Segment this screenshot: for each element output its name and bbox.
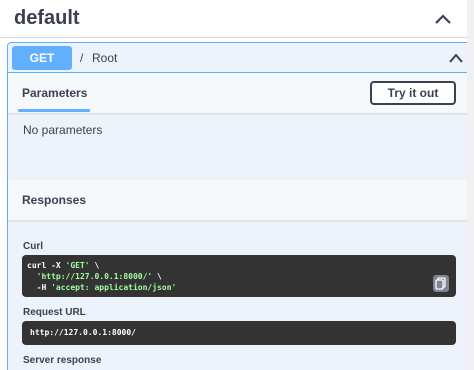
path-separator: / bbox=[80, 51, 84, 65]
tag-title: default bbox=[14, 7, 80, 29]
server-response-label: Server response bbox=[23, 355, 102, 366]
chevron-up-icon[interactable] bbox=[448, 52, 464, 64]
curl-line: curl -X 'GET' \ bbox=[27, 261, 100, 270]
responses-header: Responses bbox=[8, 180, 471, 220]
chevron-up-icon[interactable] bbox=[434, 12, 452, 26]
no-parameters-text: No parameters bbox=[23, 123, 103, 137]
curl-code-block[interactable]: curl -X 'GET' \ 'http://127.0.0.1:8000/'… bbox=[22, 255, 456, 297]
method-badge: GET bbox=[12, 46, 72, 70]
operation-path: Root bbox=[92, 51, 118, 65]
operation-summary[interactable]: GET / Root bbox=[8, 43, 471, 73]
operation-block-get: GET / Root Parameters Try it out No para… bbox=[7, 42, 472, 370]
curl-line: -H 'accept: application/json' bbox=[27, 283, 177, 292]
responses-title: Responses bbox=[22, 193, 87, 207]
curl-label: Curl bbox=[23, 241, 43, 252]
copy-to-clipboard-button[interactable] bbox=[433, 275, 449, 292]
tag-section-header[interactable]: default bbox=[0, 0, 474, 38]
try-it-out-button[interactable]: Try it out bbox=[370, 81, 456, 105]
parameters-header: Parameters Try it out bbox=[8, 73, 471, 113]
parameters-tab[interactable]: Parameters bbox=[22, 86, 87, 100]
active-tab-indicator bbox=[18, 109, 90, 112]
request-url-value: http://127.0.0.1:8000/ bbox=[22, 321, 456, 345]
curl-line: 'http://127.0.0.1:8000/' \ bbox=[36, 272, 162, 281]
copy-icon bbox=[435, 277, 446, 290]
page-scrollbar[interactable] bbox=[467, 0, 474, 370]
request-url-label: Request URL bbox=[23, 307, 86, 318]
